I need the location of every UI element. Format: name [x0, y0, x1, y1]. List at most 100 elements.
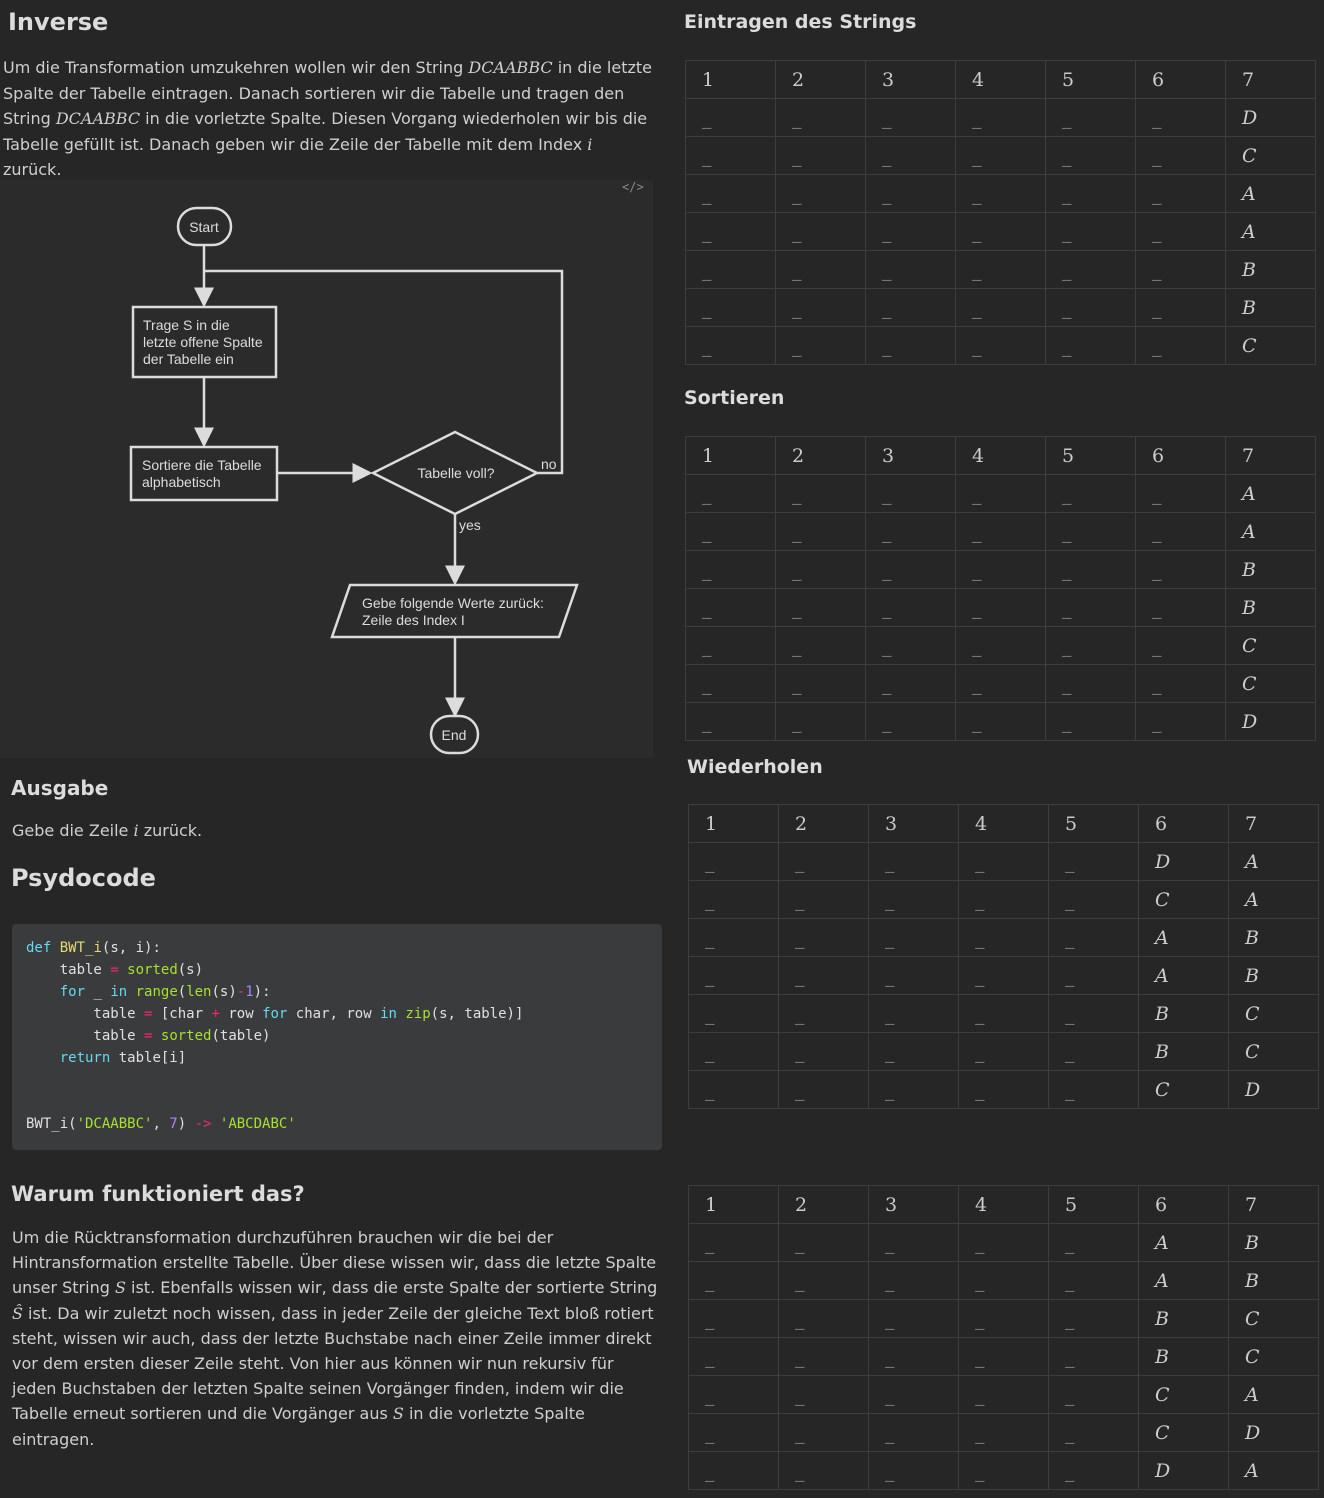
- table-cell: _: [685, 326, 776, 365]
- column-header: 3: [865, 436, 956, 475]
- column-header: 2: [775, 436, 866, 475]
- table-cell: _: [1135, 288, 1226, 327]
- column-header: 4: [958, 1185, 1049, 1224]
- table-cell: _: [775, 326, 866, 365]
- table-cell: _: [865, 702, 956, 741]
- table-cell: _: [685, 288, 776, 327]
- table-cell: C: [1138, 1413, 1229, 1452]
- table-row: _ _ _ _ _ _ A: [685, 212, 1316, 251]
- table-cell: B: [1225, 550, 1316, 589]
- table-cell: _: [1048, 1070, 1139, 1109]
- table-cell: _: [688, 1451, 779, 1490]
- table-cell: A: [1228, 1375, 1319, 1414]
- table-cell: _: [1045, 98, 1136, 137]
- table-cell: _: [775, 702, 866, 741]
- warum-paragraph: Um die Rücktransformation durchzuführen …: [12, 1225, 660, 1452]
- intro-text-4: zurück.: [3, 160, 62, 179]
- table-cell: _: [1135, 98, 1226, 137]
- table-cell: C: [1225, 136, 1316, 175]
- column-header: 7: [1225, 436, 1316, 475]
- table-cell: _: [778, 1375, 869, 1414]
- table-cell: _: [1135, 174, 1226, 213]
- step2-label-2: alphabetisch: [142, 474, 221, 490]
- step1-label-2: letzte offene Spalte: [143, 334, 263, 350]
- table-cell: _: [775, 212, 866, 251]
- column-header: 6: [1138, 1185, 1229, 1224]
- table-row: _ _ _ _ _ A B: [688, 956, 1319, 995]
- table-cell: _: [955, 474, 1046, 513]
- table-cell: B: [1225, 288, 1316, 327]
- table-cell: _: [685, 98, 776, 137]
- table-row: _ _ _ _ _ B C: [688, 1299, 1319, 1338]
- table-cell: _: [1135, 512, 1226, 551]
- arrow-no-loop: [204, 269, 564, 475]
- warum-text-2: ist. Ebenfalls wissen wir, dass die erst…: [125, 1278, 658, 1298]
- table-cell: C: [1138, 880, 1229, 919]
- section-title-psydocode: Psydocode: [11, 864, 156, 892]
- code-toggle-icon[interactable]: </>: [622, 180, 644, 196]
- table-cell: _: [775, 550, 866, 589]
- table-cell: _: [775, 474, 866, 513]
- table-cell: _: [955, 512, 1046, 551]
- table-cell: D: [1138, 1451, 1229, 1490]
- section-title-inverse: Inverse: [8, 8, 109, 36]
- table-cell: D: [1225, 98, 1316, 137]
- table-cell: C: [1225, 326, 1316, 365]
- table-cell: _: [865, 588, 956, 627]
- table-cell: _: [775, 588, 866, 627]
- table-cell: _: [1048, 880, 1139, 919]
- code-block[interactable]: def BWT_i(s, i): table = sorted(s) for _…: [12, 924, 662, 1150]
- intro-text-1: Um die Transformation umzukehren wollen …: [3, 58, 469, 77]
- table-cell: _: [958, 1299, 1049, 1338]
- table-cell: _: [685, 702, 776, 741]
- table-cell: _: [688, 1070, 779, 1109]
- table-row: _ _ _ _ _ _ D: [685, 702, 1316, 741]
- decision-label: Tabelle voll?: [417, 465, 494, 481]
- table-cell: _: [958, 1070, 1049, 1109]
- table-cell: C: [1225, 626, 1316, 665]
- table-cell: _: [775, 98, 866, 137]
- flowchart-svg: Start Trage S in die letzte offene Spalt…: [129, 206, 579, 755]
- table-cell: _: [865, 136, 956, 175]
- table-cell: C: [1228, 1299, 1319, 1338]
- table-cell: _: [1048, 956, 1139, 995]
- warum-math-3: S: [392, 1404, 404, 1424]
- table-cell: _: [868, 1413, 959, 1452]
- table-cell: _: [1048, 1223, 1139, 1262]
- table-cell: _: [688, 880, 779, 919]
- table-cell: _: [778, 1223, 869, 1262]
- table-cell: _: [685, 250, 776, 289]
- table-cell: _: [778, 918, 869, 957]
- column-header: 7: [1228, 804, 1319, 843]
- table-cell: _: [1045, 212, 1136, 251]
- table-row: _ _ _ _ _ B C: [688, 1032, 1319, 1071]
- table-cell: _: [688, 1337, 779, 1376]
- table-row: _ _ _ _ _ A B: [688, 1261, 1319, 1300]
- column-header: 1: [685, 436, 776, 475]
- section-title-wiederholen: Wiederholen: [687, 756, 823, 778]
- table-cell: A: [1225, 212, 1316, 251]
- table-row: _ _ _ _ _ _ A: [685, 474, 1316, 513]
- table-cell: _: [1135, 626, 1226, 665]
- table-cell: _: [778, 1413, 869, 1452]
- code-content: def BWT_i(s, i): table = sorted(s) for _…: [26, 940, 524, 1132]
- table-cell: _: [865, 250, 956, 289]
- table-cell: _: [685, 136, 776, 175]
- table-cell: _: [775, 664, 866, 703]
- column-header: 1: [685, 60, 776, 99]
- table-cell: B: [1228, 1261, 1319, 1300]
- table-cell: _: [955, 98, 1046, 137]
- step1-label-1: Trage S in die: [143, 317, 230, 333]
- intro-math-3: i: [587, 134, 593, 154]
- table-cell: _: [865, 326, 956, 365]
- table-cell: _: [1135, 474, 1226, 513]
- table-cell: _: [1045, 288, 1136, 327]
- table-cell: _: [958, 918, 1049, 957]
- column-header: 3: [868, 804, 959, 843]
- ausgabe-text-2: zurück.: [138, 821, 203, 840]
- column-header: 1: [688, 804, 779, 843]
- table-cell: _: [958, 1451, 1049, 1490]
- table-cell: A: [1138, 1261, 1229, 1300]
- table-cell: _: [1048, 842, 1139, 881]
- table-cell: _: [958, 880, 1049, 919]
